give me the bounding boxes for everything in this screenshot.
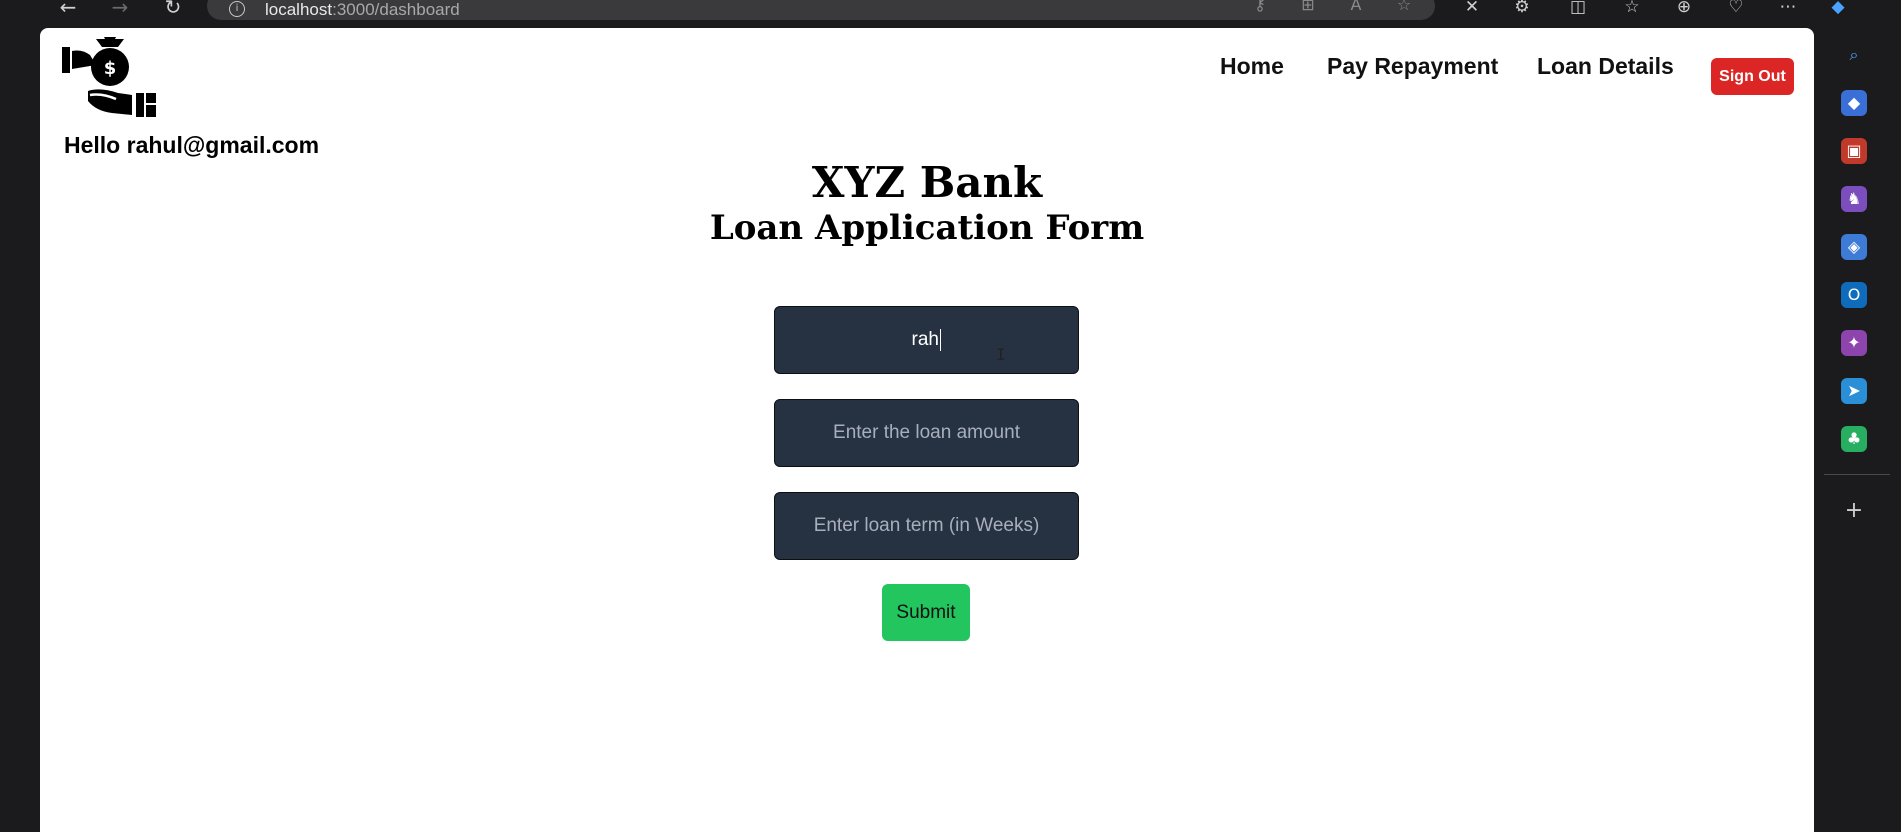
reload-icon[interactable]: ↻ xyxy=(161,0,185,18)
split-screen-icon[interactable]: ◫ xyxy=(1566,0,1590,20)
nav-home[interactable]: Home xyxy=(1220,53,1284,80)
tree-icon[interactable]: ♣ xyxy=(1841,426,1867,452)
loan-amount-input[interactable]: Enter the loan amount xyxy=(774,399,1079,467)
page-content: $ Hello rahul@gmail.com Home Pay Repayme… xyxy=(40,28,1814,832)
forward-icon[interactable]: → xyxy=(108,0,132,18)
svg-text:$: $ xyxy=(104,58,117,79)
form-title: Loan Application Form xyxy=(709,208,1145,248)
sidebar-divider xyxy=(1824,474,1890,475)
collections-icon[interactable]: ⊕ xyxy=(1672,0,1696,20)
sign-out-button[interactable]: Sign Out xyxy=(1711,58,1794,95)
nav-pay-repayment[interactable]: Pay Repayment xyxy=(1327,53,1498,80)
favorite-star-icon[interactable]: ☆ xyxy=(1394,0,1414,16)
puzzle-icon[interactable]: ✦ xyxy=(1841,330,1867,356)
copilot-icon[interactable]: ◆ xyxy=(1826,0,1850,20)
search-icon[interactable]: ⌕ xyxy=(1841,42,1867,68)
add-icon[interactable]: + xyxy=(1841,498,1867,524)
address-bar[interactable]: i localhost:3000/dashboard ⚷ ⊞ A ☆ xyxy=(207,0,1435,20)
site-info-icon[interactable]: i xyxy=(229,1,245,17)
browser-essentials-icon[interactable]: ♡ xyxy=(1724,0,1748,20)
outlook-icon[interactable]: O xyxy=(1841,282,1867,308)
submit-button[interactable]: Submit xyxy=(882,584,970,641)
loan-term-input[interactable]: Enter loan term (in Weeks) xyxy=(774,492,1079,560)
nav-loan-details[interactable]: Loan Details xyxy=(1537,53,1674,80)
text-caret xyxy=(939,328,942,351)
back-icon[interactable]: ← xyxy=(56,0,80,18)
read-aloud-icon[interactable]: A xyxy=(1346,0,1366,16)
copilot-sidebar-icon[interactable]: ◈ xyxy=(1841,234,1867,260)
apps-icon[interactable]: ⊞ xyxy=(1298,0,1318,16)
more-options-icon[interactable]: ⋯ xyxy=(1776,0,1800,20)
key-icon[interactable]: ⚷ xyxy=(1250,0,1270,16)
url-text[interactable]: localhost:3000/dashboard xyxy=(265,0,460,20)
extensions-puzzle-icon[interactable]: ⚙ xyxy=(1510,0,1534,20)
name-input-value: rah xyxy=(911,329,939,350)
send-icon[interactable]: ➤ xyxy=(1841,378,1867,404)
tag-icon[interactable]: ◆ xyxy=(1841,90,1867,116)
text-cursor-icon: I xyxy=(996,345,1006,364)
page-title: XYZ Bank xyxy=(811,158,1043,207)
name-input[interactable]: rah xyxy=(774,306,1079,374)
favorites-icon[interactable]: ☆ xyxy=(1620,0,1644,20)
browser-toolbar: ← → ↻ i localhost:3000/dashboard ⚷ ⊞ A ☆… xyxy=(0,0,1901,28)
extension-icon[interactable]: ✕ xyxy=(1460,0,1484,20)
money-hand-logo: $ xyxy=(62,37,156,117)
briefcase-icon[interactable]: ▣ xyxy=(1841,138,1867,164)
browser-sidebar: ⌕ ◆ ▣ ♞ ◈ O ✦ ➤ ♣ + xyxy=(1814,28,1901,832)
chess-icon[interactable]: ♞ xyxy=(1841,186,1867,212)
user-greeting: Hello rahul@gmail.com xyxy=(64,132,320,158)
